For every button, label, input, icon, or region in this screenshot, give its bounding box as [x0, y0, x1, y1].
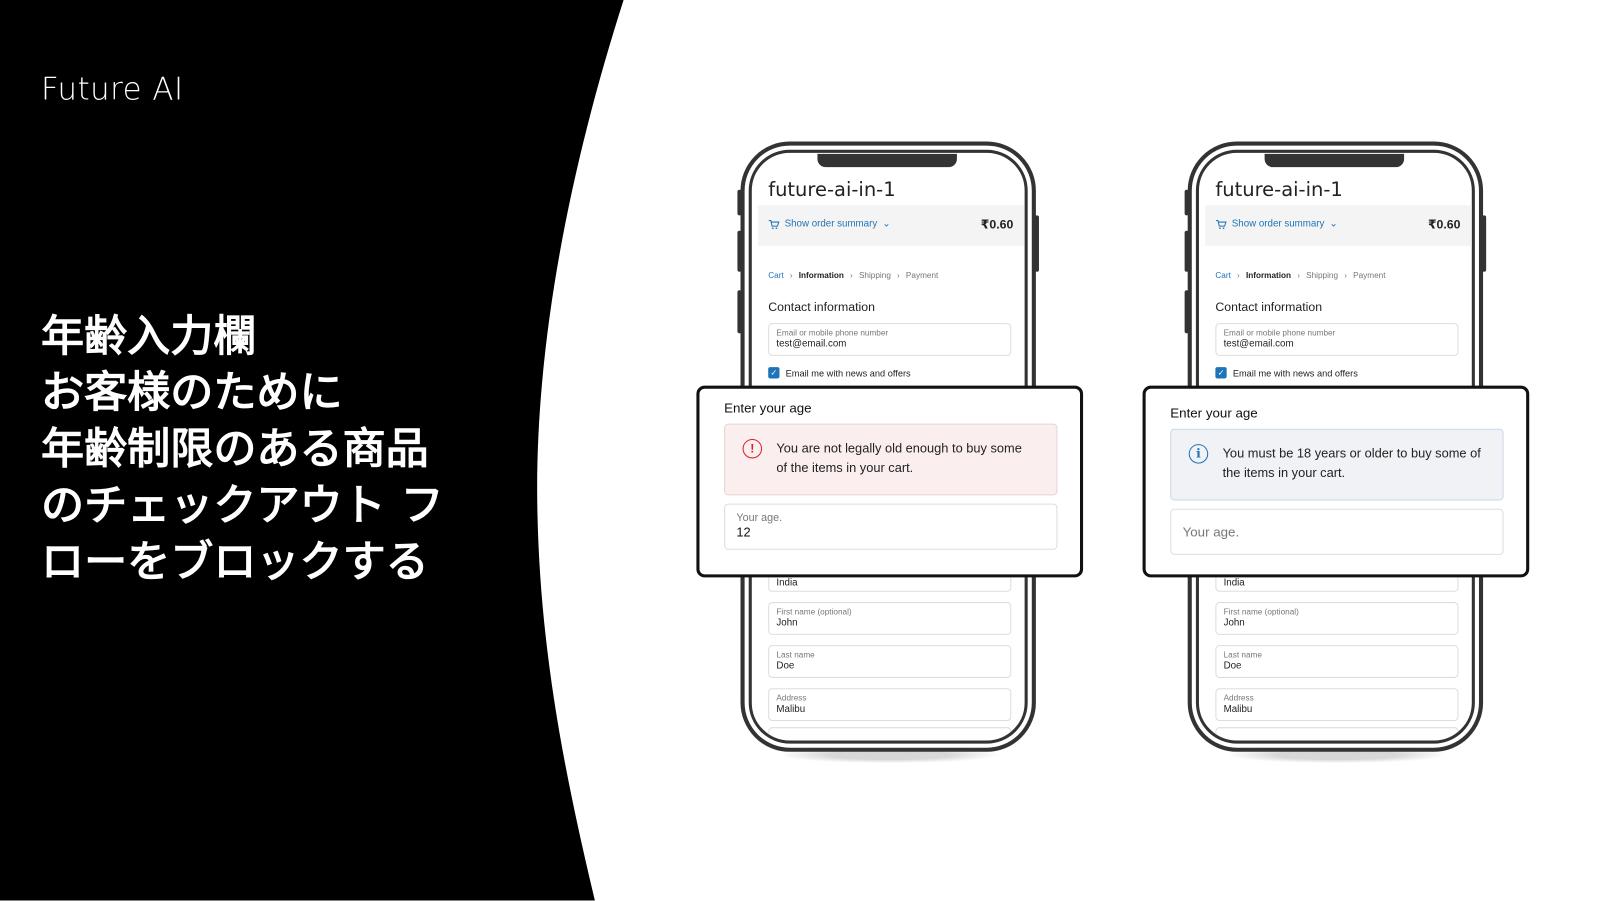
email-field[interactable]: Email or mobile phone number test@email.… [1215, 323, 1459, 356]
checkbox-checked-icon[interactable]: ✓ [1215, 367, 1227, 379]
order-summary-label: Show order summary [784, 218, 878, 230]
order-total: ₹0.60 [1427, 217, 1461, 232]
headline-line: のチェックアウト フ [41, 479, 444, 531]
address-field[interactable]: Address Malibu [1215, 688, 1459, 722]
last-name-label: Last name [1223, 650, 1262, 660]
last-name-value: Doe [1223, 660, 1242, 672]
last-name-label: Last name [776, 650, 815, 660]
newsletter-checkbox[interactable]: ✓ Email me with news and offers [1215, 367, 1358, 379]
headline-line: 年齢制限のある商品 [41, 423, 429, 474]
newsletter-label: Email me with news and offers [785, 367, 911, 378]
email-value: test@email.com [1223, 338, 1294, 350]
alert-message: You are not legally old enough to buy so… [776, 441, 1022, 475]
first-name-value: John [1223, 617, 1245, 629]
checkbox-checked-icon[interactable]: ✓ [768, 367, 780, 379]
order-summary-label: Show order summary [1231, 218, 1325, 230]
chevron-right-icon: › [1344, 270, 1347, 280]
address-field[interactable]: Address Malibu [768, 688, 1012, 722]
next-field[interactable] [1215, 727, 1459, 741]
address-label: Address [776, 693, 807, 703]
headline-line: お客様のために [41, 367, 343, 418]
chevron-right-icon: › [897, 270, 900, 280]
contact-heading: Contact information [1215, 299, 1323, 314]
error-alert: ! You are not legally old enough to buy … [724, 423, 1058, 496]
order-summary-bar[interactable]: Show order summary ⌄ ₹0.60 [757, 205, 1025, 247]
first-name-label: First name (optional) [1223, 607, 1299, 617]
age-verification-modal: Enter your age ! You are not legally old… [696, 385, 1084, 578]
breadcrumb: Cart › Information › Shipping › Payment [768, 271, 938, 280]
cart-icon [768, 219, 780, 229]
modal-title: Enter your age [1170, 405, 1258, 421]
newsletter-checkbox[interactable]: ✓ Email me with news and offers [768, 367, 911, 379]
phone-notch [1264, 153, 1405, 168]
breadcrumb-payment: Payment [1353, 270, 1386, 280]
email-field[interactable]: Email or mobile phone number test@email.… [768, 323, 1012, 356]
breadcrumb: Cart › Information › Shipping › Payment [1215, 271, 1385, 280]
last-name-field[interactable]: Last name Doe [1215, 645, 1459, 678]
alert-message: You must be 18 years or older to buy som… [1222, 446, 1481, 480]
last-name-field[interactable]: Last name Doe [768, 645, 1012, 678]
country-value: India [776, 577, 798, 589]
address-value: Malibu [1223, 703, 1253, 715]
show-order-summary-link[interactable]: Show order summary ⌄ [768, 218, 891, 230]
chevron-down-icon: ⌄ [882, 218, 891, 230]
chevron-right-icon: › [1297, 270, 1300, 280]
breadcrumb-shipping: Shipping [1306, 270, 1339, 280]
first-name-value: John [776, 617, 798, 629]
breadcrumb-information: Information [1245, 270, 1292, 280]
age-value: 12 [736, 525, 751, 540]
next-field[interactable] [768, 727, 1012, 741]
store-title: future-ai-in-1 [768, 178, 896, 202]
first-name-field[interactable]: First name (optional) John [1215, 602, 1459, 635]
order-summary-bar[interactable]: Show order summary ⌄ ₹0.60 [1205, 205, 1472, 247]
age-label: Your age. [736, 511, 783, 525]
first-name-label: First name (optional) [776, 607, 852, 617]
age-verification-modal: Enter your age i You must be 18 years or… [1142, 385, 1530, 578]
contact-heading: Contact information [768, 299, 875, 314]
cart-icon [1215, 219, 1227, 229]
first-name-field[interactable]: First name (optional) John [768, 602, 1012, 635]
breadcrumb-cart[interactable]: Cart [1215, 271, 1231, 280]
store-title: future-ai-in-1 [1215, 178, 1343, 202]
email-value: test@email.com [776, 338, 847, 350]
headline: 年齢入力欄 お客様のために 年齢制限のある商品 のチェックアウト フ ローをブロ… [41, 308, 444, 590]
headline-line: 年齢入力欄 [41, 310, 257, 362]
chevron-down-icon: ⌄ [1329, 218, 1338, 230]
country-value: India [1223, 577, 1245, 589]
info-circle-icon: i [1188, 444, 1209, 464]
modal-title: Enter your age [724, 399, 812, 416]
headline-line: ローをブロックする [41, 536, 429, 587]
brand-logo-text: Future AI [41, 71, 184, 108]
phone-notch [817, 153, 957, 168]
email-label: Email or mobile phone number [1223, 328, 1336, 338]
address-label: Address [1223, 693, 1254, 703]
exclamation-circle-icon: ! [742, 438, 763, 459]
show-order-summary-link[interactable]: Show order summary ⌄ [1215, 218, 1338, 230]
address-value: Malibu [776, 703, 806, 715]
chevron-right-icon: › [850, 270, 853, 280]
age-input[interactable]: Your age. [1170, 508, 1504, 555]
chevron-right-icon: › [1237, 270, 1240, 280]
breadcrumb-information: Information [798, 270, 844, 280]
newsletter-label: Email me with news and offers [1232, 367, 1358, 378]
info-alert: i You must be 18 years or older to buy s… [1170, 428, 1504, 501]
chevron-right-icon: › [789, 270, 793, 280]
age-placeholder: Your age. [1182, 524, 1240, 540]
age-input[interactable]: Your age. 12 [724, 503, 1058, 550]
breadcrumb-cart[interactable]: Cart [768, 271, 784, 280]
email-label: Email or mobile phone number [776, 328, 889, 338]
order-total: ₹0.60 [980, 217, 1014, 232]
breadcrumb-shipping: Shipping [858, 270, 891, 280]
last-name-value: Doe [776, 660, 795, 672]
breadcrumb-payment: Payment [905, 270, 939, 280]
